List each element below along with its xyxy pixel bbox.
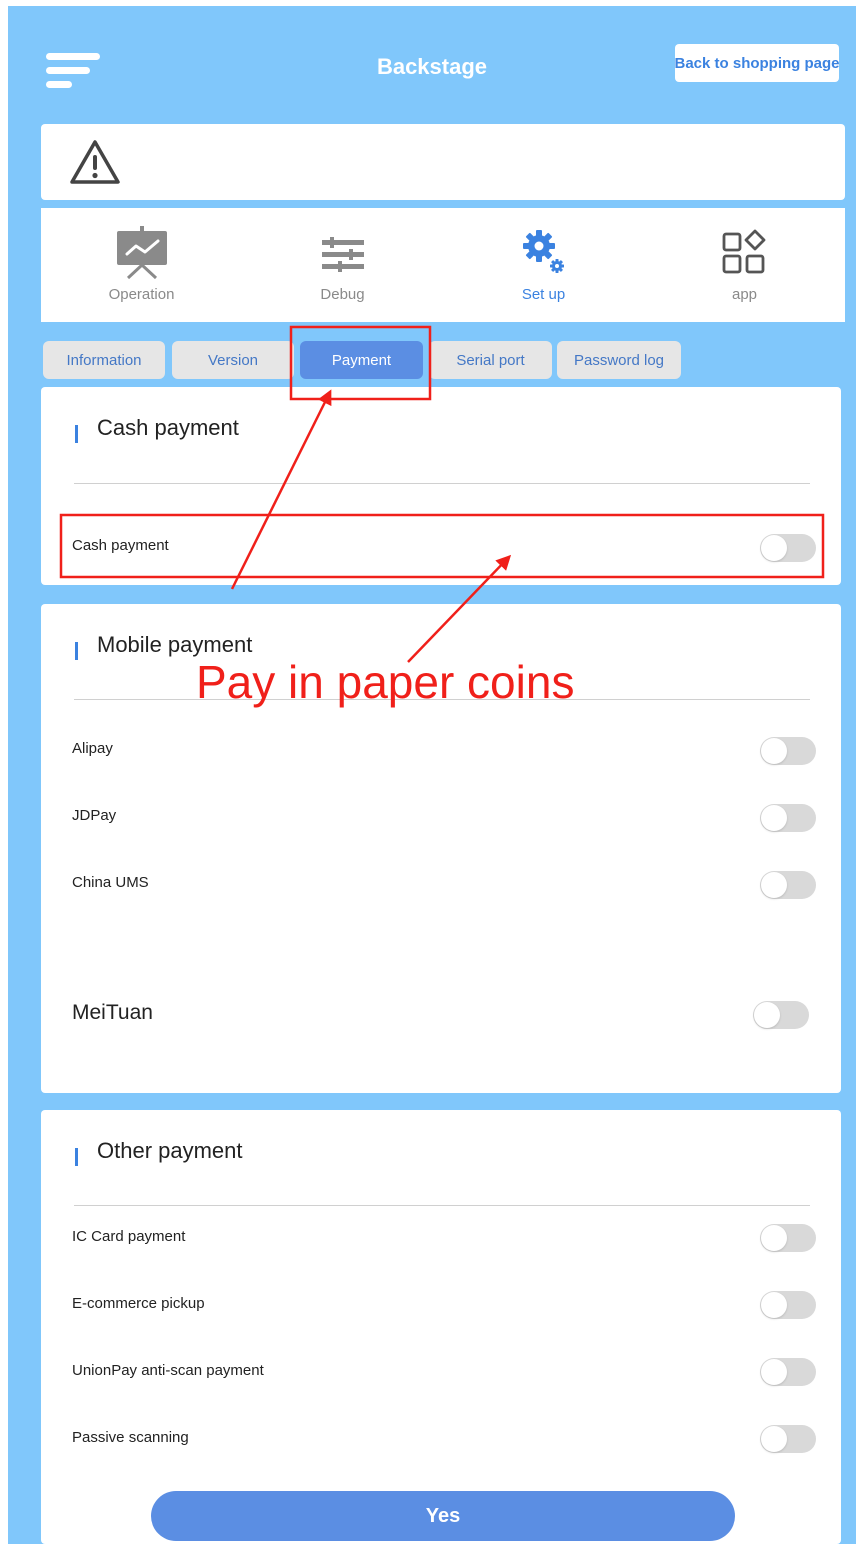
ecommerce-pickup-label: E-commerce pickup xyxy=(72,1295,205,1312)
unionpay-anti-scan-label: UnionPay anti-scan payment xyxy=(72,1362,264,1379)
app-screen: Backstage Back to shopping page Operatio… xyxy=(8,6,856,1544)
china-ums-label: China UMS xyxy=(72,874,149,891)
unionpay-anti-scan-toggle[interactable] xyxy=(760,1358,816,1386)
ic-card-label: IC Card payment xyxy=(72,1228,186,1245)
nav-label-debug: Debug xyxy=(320,286,365,303)
warning-panel xyxy=(41,124,845,200)
annotation-text: Pay in paper coins xyxy=(196,656,575,708)
alipay-toggle[interactable] xyxy=(760,737,816,765)
passive-scanning-toggle[interactable] xyxy=(760,1425,816,1453)
jdpay-label: JDPay xyxy=(72,807,117,824)
tab-version[interactable]: Version xyxy=(172,341,294,379)
meituan-label: MeiTuan xyxy=(72,1001,153,1024)
nav-item-app[interactable]: app xyxy=(644,208,845,322)
yes-button[interactable]: Yes xyxy=(151,1491,735,1541)
jdpay-toggle[interactable] xyxy=(760,804,816,832)
ic-card-toggle[interactable] xyxy=(760,1224,816,1252)
warning-icon[interactable] xyxy=(69,138,121,186)
section-marker xyxy=(75,425,78,443)
nav-label-app: app xyxy=(731,286,758,303)
tab-information[interactable]: Information xyxy=(43,341,165,379)
tab-serial-port[interactable]: Serial port xyxy=(429,341,552,379)
section-divider xyxy=(74,1205,810,1206)
alipay-label: Alipay xyxy=(72,740,113,757)
cash-payment-label: Cash payment xyxy=(72,537,169,554)
cash-payment-toggle[interactable] xyxy=(760,534,816,562)
presentation-chart-icon xyxy=(116,226,167,280)
app-grid-icon xyxy=(722,229,765,274)
nav-item-setup[interactable]: Set up xyxy=(443,208,644,322)
settings-nav: Operation Debug Set up app xyxy=(41,208,845,322)
section-marker xyxy=(75,1148,78,1166)
meituan-toggle[interactable] xyxy=(753,1001,809,1029)
nav-item-operation[interactable]: Operation xyxy=(41,208,242,322)
tab-payment[interactable]: Payment xyxy=(300,341,423,379)
china-ums-toggle[interactable] xyxy=(760,871,816,899)
section-marker xyxy=(75,642,78,660)
cash-payment-section: Cash payment Cash payment xyxy=(41,387,841,585)
back-to-shopping-button[interactable]: Back to shopping page xyxy=(675,44,840,82)
other-payment-section: Other payment IC Card payment E-commerce… xyxy=(41,1110,841,1544)
gears-icon xyxy=(522,230,564,273)
nav-label-operation: Operation xyxy=(108,286,175,303)
tab-password-log[interactable]: Password log xyxy=(557,341,681,379)
nav-label-setup: Set up xyxy=(521,286,566,303)
section-divider xyxy=(74,483,810,484)
passive-scanning-label: Passive scanning xyxy=(72,1429,189,1446)
section-title: Cash payment xyxy=(97,415,239,440)
nav-item-debug[interactable]: Debug xyxy=(242,208,443,322)
section-title: Other payment xyxy=(97,1138,243,1163)
ecommerce-pickup-toggle[interactable] xyxy=(760,1291,816,1319)
sliders-icon xyxy=(321,237,364,272)
